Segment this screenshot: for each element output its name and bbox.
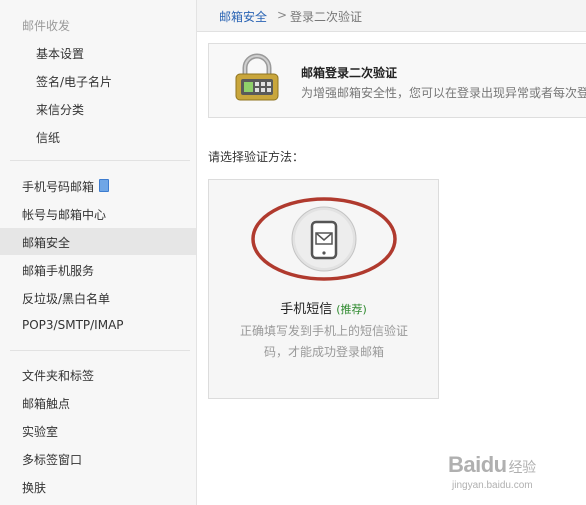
sidebar-divider bbox=[10, 160, 190, 161]
sidebar-item-stationery[interactable]: 信纸 bbox=[36, 129, 60, 146]
sidebar-item-touchpoints[interactable]: 邮箱触点 bbox=[22, 395, 70, 412]
sms-method-title: 手机短信 (推荐) bbox=[209, 298, 438, 317]
method-prompt: 请选择验证方法： bbox=[208, 150, 305, 164]
info-description: 为增强邮箱安全性，您可以在登录出现异常或者每次登 bbox=[301, 86, 586, 100]
sms-method-description: 正确填写发到手机上的短信验证码，才能成功登录邮箱 bbox=[239, 324, 408, 359]
watermark-logo-text: Baidu bbox=[448, 452, 507, 477]
watermark-logo-cn: 经验 bbox=[508, 459, 537, 475]
sidebar-item-mobile-service[interactable]: 邮箱手机服务 bbox=[22, 262, 94, 279]
sidebar-divider bbox=[10, 350, 190, 351]
sidebar-item-basic-settings[interactable]: 基本设置 bbox=[36, 45, 84, 62]
sidebar-item-multi-tab-window[interactable]: 多标签窗口 bbox=[22, 451, 82, 468]
sidebar-item-folders-tags[interactable]: 文件夹和标签 bbox=[22, 367, 94, 384]
sidebar-item-lab[interactable]: 实验室 bbox=[22, 423, 58, 440]
sidebar-item-mail-filter[interactable]: 来信分类 bbox=[36, 101, 84, 118]
recommend-tag: (推荐) bbox=[336, 303, 367, 316]
breadcrumb-link-security[interactable]: 邮箱安全 bbox=[219, 8, 267, 25]
sidebar-item-mailbox-security[interactable]: 邮箱安全 bbox=[22, 234, 70, 251]
sms-method-label: 手机短信 bbox=[280, 302, 333, 317]
sidebar-item-antispam[interactable]: 反垃圾/黑白名单 bbox=[22, 290, 110, 307]
breadcrumb-current: 登录二次验证 bbox=[290, 10, 363, 24]
sidebar-item-skin[interactable]: 换肤 bbox=[22, 479, 46, 496]
sidebar-group-title: 邮件收发 bbox=[22, 19, 71, 33]
sms-phone-icon bbox=[251, 197, 397, 281]
sidebar-item-account-center[interactable]: 帐号与邮箱中心 bbox=[22, 206, 106, 223]
watermark-logo: Baidu 经验 bbox=[448, 452, 536, 478]
sidebar-item-signature[interactable]: 签名/电子名片 bbox=[36, 73, 112, 90]
baidu-watermark: Baidu 经验 jingyan.baidu.com bbox=[448, 452, 578, 496]
watermark-url: jingyan.baidu.com bbox=[452, 480, 533, 491]
breadcrumb-separator: > bbox=[277, 8, 288, 22]
mobile-phone-icon bbox=[99, 179, 110, 192]
sidebar-item-pop3-smtp-imap[interactable]: POP3/SMTP/IMAP bbox=[22, 318, 124, 332]
info-title: 邮箱登录二次验证 bbox=[301, 66, 398, 80]
breadcrumb: 邮箱安全 > 登录二次验证 bbox=[197, 0, 586, 32]
info-banner: 邮箱登录二次验证 为增强邮箱安全性，您可以在登录出现异常或者每次登 bbox=[208, 43, 586, 118]
sidebar-item-label: 手机号码邮箱 bbox=[22, 180, 95, 194]
main-content: 邮箱安全 > 登录二次验证 邮箱登录二次验证 为增强邮箱安全性，您可以在登录出现… bbox=[197, 0, 586, 505]
lock-icon bbox=[235, 53, 279, 101]
sidebar: 邮件收发 基本设置 签名/电子名片 来信分类 信纸 手机号码邮箱 帐号与邮箱中心… bbox=[0, 0, 197, 505]
sidebar-item-mobile-mailbox[interactable]: 手机号码邮箱 bbox=[22, 178, 110, 195]
sms-method-card[interactable]: 手机短信 (推荐) 正确填写发到手机上的短信验证码，才能成功登录邮箱 bbox=[208, 179, 439, 399]
